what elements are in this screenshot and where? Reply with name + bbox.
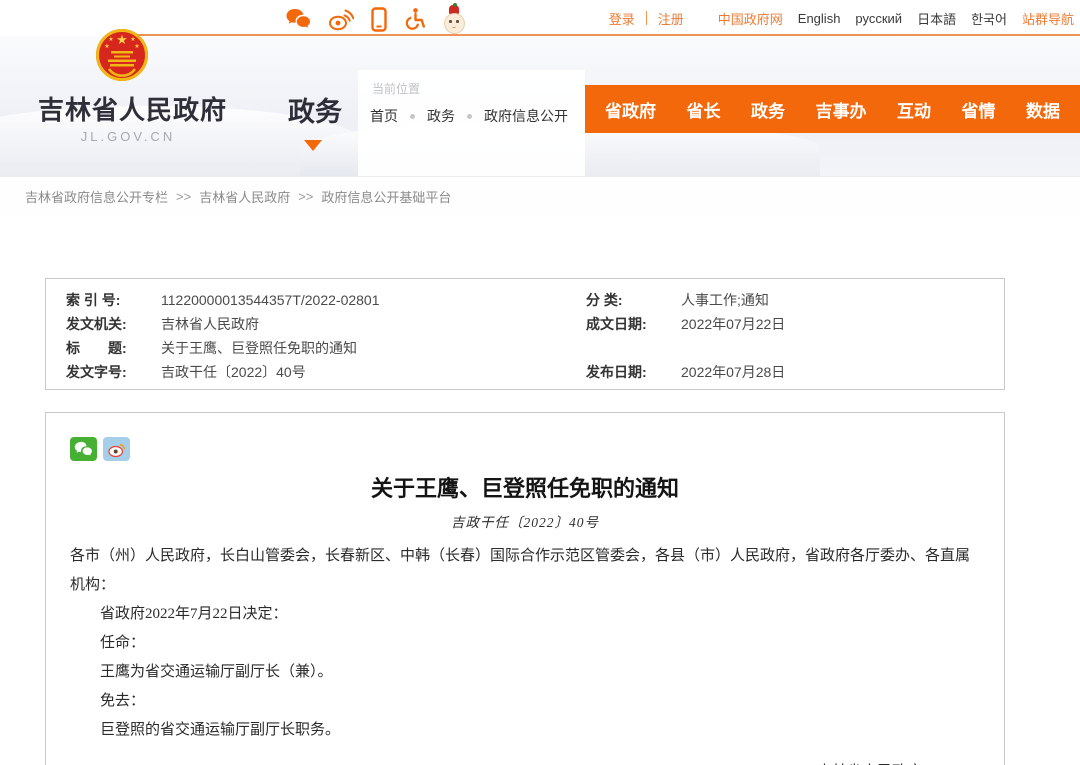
document-paragraph: 省政府2022年7月22日决定： [70, 600, 980, 629]
location-path-item[interactable]: 首页 [370, 106, 398, 126]
metadata-value: 11220000013544357T/2022-02801 [161, 288, 586, 312]
section-label-zhengwu[interactable]: 政务 [288, 90, 342, 129]
metadata-grid: 索 引 号:11220000013544357T/2022-02801分 类:人… [46, 279, 1004, 384]
document-paragraph: 任命： [70, 629, 980, 658]
signature-block: 吉林省人民政府 2022年7月22日 [70, 758, 980, 765]
document-metadata-box: 索 引 号:11220000013544357T/2022-02801分 类:人… [45, 278, 1005, 390]
metadata-label: 成文日期: [586, 312, 681, 336]
metadata-label: 发文机关: [66, 312, 161, 336]
nav-tab[interactable]: 互动 [897, 97, 931, 122]
document-paragraph: 王鹰为省交通运输厅副厅长（兼）。 [70, 658, 980, 687]
breadcrumb-item[interactable]: 吉林省政府信息公开专栏 [25, 187, 168, 206]
topbar-link[interactable]: русский [855, 11, 902, 26]
topbar-link[interactable]: 日本語 [917, 9, 956, 28]
nav-tab[interactable]: 吉事办 [816, 97, 867, 122]
svg-text:★: ★ [108, 36, 113, 43]
metadata-value: 2022年07月28日 [681, 360, 1004, 384]
language-links: 中国政府网 English русский 日本語 한국어 站群导航 [718, 9, 1074, 28]
breadcrumb: 吉林省政府信息公开专栏 >> 吉林省人民政府 >> 政府信息公开基础平台 [0, 176, 1080, 216]
metadata-label: 索 引 号: [66, 288, 161, 312]
banner: ★ ★ ★ ★ ★ 吉林省人民政府 JL.GOV.CN 政务 当前位置 首页政务… [0, 36, 1080, 176]
metadata-label [586, 336, 681, 360]
current-location-label: 当前位置 [372, 80, 420, 97]
mobile-app-icon[interactable] [371, 7, 387, 32]
document-body: 各市（州）人民政府，长白山管委会，长春新区、中韩（长春）国际合作示范区管委会，各… [70, 542, 980, 745]
national-emblem-logo: ★ ★ ★ ★ ★ [94, 27, 150, 83]
document-paragraph: 免去： [70, 687, 980, 716]
signature-inner: 吉林省人民政府 2022年7月22日 [817, 758, 922, 765]
topbar-link[interactable]: 한국어 [971, 9, 1007, 28]
login-link[interactable]: 登录 [609, 9, 635, 28]
share-row [70, 437, 980, 461]
wechat-icon[interactable] [285, 8, 311, 30]
share-weibo-icon[interactable] [103, 437, 130, 461]
topbar-link[interactable]: English [798, 11, 841, 26]
topbar-right: 登录 注册 中国政府网 English русский 日本語 한국어 站群导航 [609, 0, 1074, 36]
location-path: 首页 政务 政府信息公开 [370, 106, 568, 126]
metadata-value: 关于王鹰、巨登照任免职的通知 [161, 336, 586, 360]
metadata-label: 发文字号: [66, 360, 161, 384]
document-paragraph: 各市（州）人民政府，长白山管委会，长春新区、中韩（长春）国际合作示范区管委会，各… [70, 542, 980, 600]
nav-tab[interactable]: 省长 [687, 97, 721, 122]
document-content-box: 关于王鹰、巨登照任免职的通知 吉政干任〔2022〕40号 各市（州）人民政府，长… [45, 412, 1005, 765]
weibo-icon[interactable] [328, 8, 354, 31]
svg-text:★: ★ [130, 36, 135, 43]
topbar-link[interactable]: 中国政府网 [718, 9, 783, 28]
site-title[interactable]: 吉林省人民政府 [38, 90, 218, 127]
nav-tab[interactable]: 省情 [962, 97, 996, 122]
breadcrumb-separator: >> [298, 189, 313, 204]
svg-text:★: ★ [104, 43, 109, 50]
mascot-icon[interactable] [443, 5, 465, 33]
svg-text:★: ★ [116, 32, 128, 47]
breadcrumb-separator: >> [176, 189, 191, 204]
metadata-value [681, 336, 1004, 360]
nav-tab[interactable]: 数据 [1026, 97, 1060, 122]
document-number: 吉政干任〔2022〕40号 [70, 511, 980, 531]
auth-divider [646, 11, 647, 25]
accessibility-icon[interactable] [404, 7, 426, 32]
location-path-item[interactable]: 政务 [427, 106, 455, 126]
auth-links: 登录 注册 [609, 9, 684, 28]
location-path-item[interactable]: 政府信息公开 [484, 106, 568, 126]
metadata-value: 吉政干任〔2022〕40号 [161, 360, 586, 384]
share-wechat-icon[interactable] [70, 437, 97, 461]
main-nav: 省政府 省长 政务 吉事办 互动 省情 数据 [585, 85, 1080, 133]
document-paragraph: 巨登照的省交通运输厅副厅长职务。 [70, 716, 980, 745]
nav-tab[interactable]: 省政府 [605, 97, 656, 122]
dot-separator-icon [410, 114, 415, 119]
breadcrumb-item[interactable]: 吉林省人民政府 [199, 187, 290, 206]
signature-org: 吉林省人民政府 [817, 758, 922, 765]
metadata-label: 发布日期: [586, 360, 681, 384]
topbar: 登录 注册 中国政府网 English русский 日本語 한국어 站群导航 [0, 0, 1080, 36]
metadata-value: 人事工作;通知 [681, 288, 1004, 312]
metadata-value: 吉林省人民政府 [161, 312, 586, 336]
page: 登录 注册 中国政府网 English русский 日本語 한국어 站群导航 ★ ★ … [0, 0, 1080, 765]
section-caret-icon [304, 140, 322, 151]
topbar-icons [285, 4, 465, 34]
metadata-label: 标 题: [66, 336, 161, 360]
dot-separator-icon [467, 114, 472, 119]
register-link[interactable]: 注册 [658, 9, 684, 28]
breadcrumb-item[interactable]: 政府信息公开基础平台 [321, 187, 451, 206]
metadata-value: 2022年07月22日 [681, 312, 1004, 336]
topbar-link[interactable]: 站群导航 [1022, 9, 1074, 28]
document-title: 关于王鹰、巨登照任免职的通知 [70, 471, 980, 503]
site-domain: JL.GOV.CN [38, 129, 218, 144]
svg-text:★: ★ [134, 43, 139, 50]
nav-tab[interactable]: 政务 [751, 97, 785, 122]
metadata-label: 分 类: [586, 288, 681, 312]
